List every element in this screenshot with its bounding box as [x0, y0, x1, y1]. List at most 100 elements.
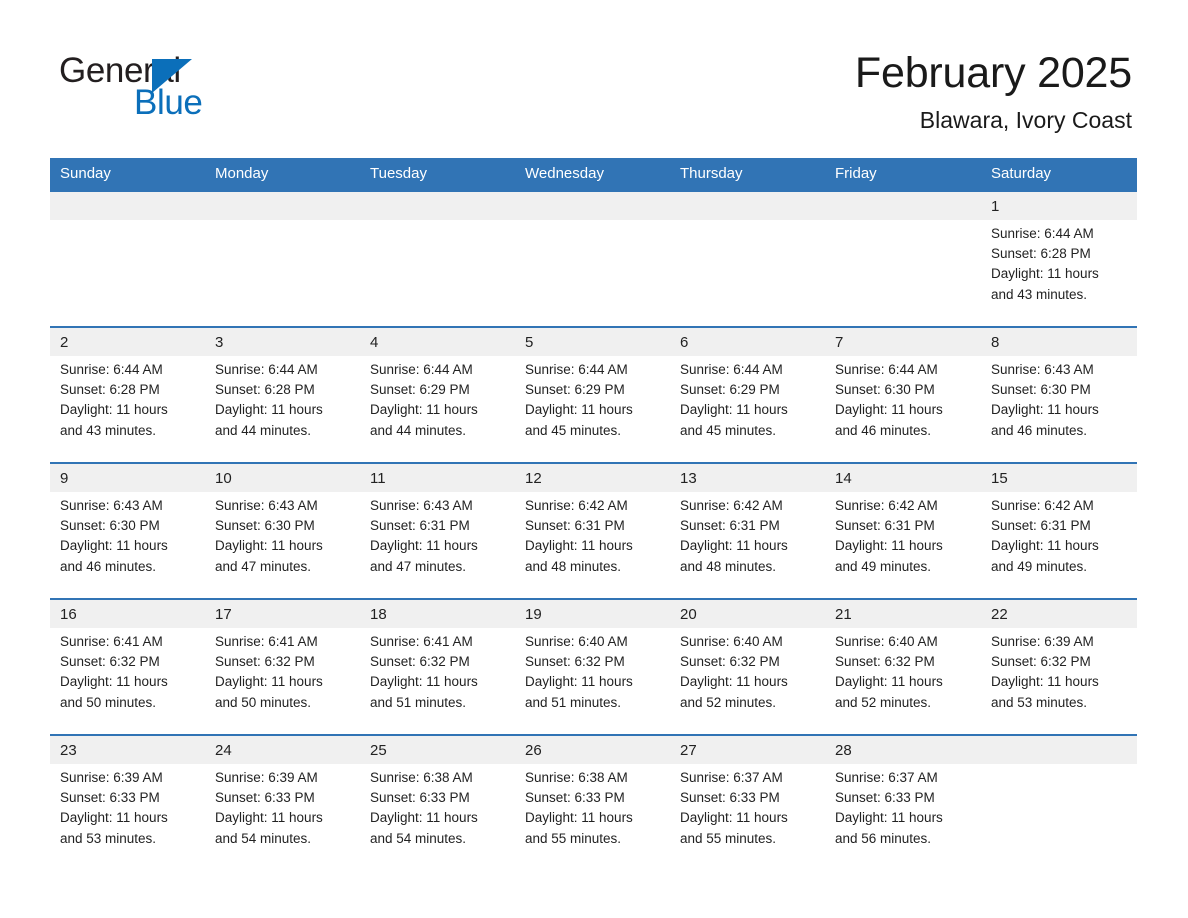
day-number-cell[interactable] — [825, 192, 981, 220]
day-number-cell[interactable]: 12 — [515, 464, 670, 492]
day-number-cell[interactable]: 26 — [515, 736, 670, 764]
day-number-cell[interactable]: 6 — [670, 328, 825, 356]
day-number-cell[interactable]: 1 — [981, 192, 1137, 220]
day-daylight-l1-text: Daylight: 11 hours — [215, 674, 323, 690]
day-daylight-l1-text: Daylight: 11 hours — [525, 538, 633, 554]
day-detail-cell[interactable] — [50, 220, 205, 326]
day-detail-cell[interactable]: Sunrise: 6:42 AM Sunset: 6:31 PM Daylight:… — [515, 492, 670, 598]
day-detail-cell[interactable]: Sunrise: 6:40 AM Sunset: 6:32 PM Daylight:… — [670, 628, 825, 734]
day-number-cell[interactable] — [670, 192, 825, 220]
day-number-cell[interactable]: 11 — [360, 464, 515, 492]
day-number-cell[interactable] — [50, 192, 205, 220]
day-detail-cell[interactable]: Sunrise: 6:39 AM Sunset: 6:33 PM Daylight:… — [50, 764, 205, 866]
day-sunset-text: Sunset: 6:33 PM — [60, 790, 160, 806]
day-number-cell[interactable]: 4 — [360, 328, 515, 356]
day-detail-cell[interactable]: Sunrise: 6:41 AM Sunset: 6:32 PM Daylight:… — [50, 628, 205, 734]
day-number-cell[interactable]: 2 — [50, 328, 205, 356]
day-number-cell[interactable]: 20 — [670, 600, 825, 628]
day-number-cell[interactable]: 17 — [205, 600, 360, 628]
day-daylight-l1-text: Daylight: 11 hours — [991, 538, 1099, 554]
day-detail-cell[interactable]: Sunrise: 6:44 AM Sunset: 6:29 PM Daylight:… — [515, 356, 670, 462]
day-detail-cell[interactable] — [670, 220, 825, 326]
day-number-cell[interactable]: 19 — [515, 600, 670, 628]
day-daylight-l2-text: and 52 minutes. — [680, 694, 777, 710]
day-detail-cell[interactable]: Sunrise: 6:41 AM Sunset: 6:32 PM Daylight:… — [205, 628, 360, 734]
day-detail-cell[interactable] — [981, 764, 1137, 866]
day-detail-cell[interactable]: Sunrise: 6:39 AM Sunset: 6:32 PM Daylight:… — [981, 628, 1137, 734]
day-sunrise-text: Sunrise: 6:40 AM — [525, 634, 628, 649]
day-detail-cell[interactable]: Sunrise: 6:43 AM Sunset: 6:31 PM Daylight:… — [360, 492, 515, 598]
day-daylight-l2-text: and 50 minutes. — [215, 694, 312, 710]
day-detail-cell[interactable]: Sunrise: 6:37 AM Sunset: 6:33 PM Daylight:… — [670, 764, 825, 866]
day-number-cell[interactable]: 15 — [981, 464, 1137, 492]
day-detail-cell[interactable]: Sunrise: 6:37 AM Sunset: 6:33 PM Daylight:… — [825, 764, 981, 866]
day-detail-cell[interactable] — [825, 220, 981, 326]
day-number-cell[interactable] — [515, 192, 670, 220]
day-detail-cell[interactable]: Sunrise: 6:41 AM Sunset: 6:32 PM Daylight:… — [360, 628, 515, 734]
day-daylight-l1-text: Daylight: 11 hours — [370, 674, 478, 690]
day-number-cell[interactable]: 21 — [825, 600, 981, 628]
day-daylight-l2-text: and 55 minutes. — [525, 830, 622, 846]
weekday-header-tuesday: Tuesday — [360, 158, 515, 190]
day-number-cell[interactable]: 22 — [981, 600, 1137, 628]
day-detail-cell[interactable]: Sunrise: 6:43 AM Sunset: 6:30 PM Daylight:… — [205, 492, 360, 598]
day-number-cell[interactable] — [205, 192, 360, 220]
day-detail-cell[interactable]: Sunrise: 6:43 AM Sunset: 6:30 PM Daylight:… — [50, 492, 205, 598]
day-detail-cell[interactable]: Sunrise: 6:38 AM Sunset: 6:33 PM Daylight:… — [360, 764, 515, 866]
day-sunset-text: Sunset: 6:33 PM — [525, 790, 625, 806]
day-number-cell[interactable]: 18 — [360, 600, 515, 628]
weekday-header-sunday: Sunday — [50, 158, 205, 190]
day-detail-row: Sunrise: 6:41 AM Sunset: 6:32 PM Daylight:… — [50, 628, 1137, 734]
day-detail-cell[interactable]: Sunrise: 6:44 AM Sunset: 6:28 PM Daylight:… — [50, 356, 205, 462]
day-sunrise-text: Sunrise: 6:41 AM — [215, 634, 318, 649]
day-detail-cell[interactable]: Sunrise: 6:42 AM Sunset: 6:31 PM Daylight:… — [825, 492, 981, 598]
day-detail-cell[interactable]: Sunrise: 6:40 AM Sunset: 6:32 PM Daylight:… — [825, 628, 981, 734]
day-detail-row: Sunrise: 6:39 AM Sunset: 6:33 PM Daylight:… — [50, 764, 1137, 866]
day-number-row: 2345678 — [50, 328, 1137, 356]
day-detail-cell[interactable] — [205, 220, 360, 326]
day-detail-row: Sunrise: 6:44 AM Sunset: 6:28 PM Daylight:… — [50, 356, 1137, 462]
day-daylight-l2-text: and 47 minutes. — [215, 558, 312, 574]
day-number-cell[interactable]: 24 — [205, 736, 360, 764]
day-number-cell[interactable]: 3 — [205, 328, 360, 356]
day-detail-cell[interactable]: Sunrise: 6:40 AM Sunset: 6:32 PM Daylight:… — [515, 628, 670, 734]
day-number-cell[interactable]: 13 — [670, 464, 825, 492]
day-detail-cell[interactable]: Sunrise: 6:42 AM Sunset: 6:31 PM Daylight:… — [670, 492, 825, 598]
day-detail-cell[interactable]: Sunrise: 6:44 AM Sunset: 6:28 PM Daylight:… — [981, 220, 1137, 326]
day-detail-cell[interactable]: Sunrise: 6:39 AM Sunset: 6:33 PM Daylight:… — [205, 764, 360, 866]
day-number-cell[interactable]: 14 — [825, 464, 981, 492]
day-number-cell[interactable] — [981, 736, 1137, 764]
day-detail-cell[interactable]: Sunrise: 6:44 AM Sunset: 6:28 PM Daylight:… — [205, 356, 360, 462]
day-detail-cell[interactable]: Sunrise: 6:38 AM Sunset: 6:33 PM Daylight:… — [515, 764, 670, 866]
day-number-cell[interactable]: 23 — [50, 736, 205, 764]
day-detail-cell[interactable]: Sunrise: 6:44 AM Sunset: 6:30 PM Daylight:… — [825, 356, 981, 462]
day-daylight-l1-text: Daylight: 11 hours — [60, 402, 168, 418]
day-detail-cell[interactable]: Sunrise: 6:43 AM Sunset: 6:30 PM Daylight:… — [981, 356, 1137, 462]
day-sunset-text: Sunset: 6:33 PM — [835, 790, 935, 806]
day-number-row: 16 17 18 19 20 21 22 — [50, 600, 1137, 628]
day-number-cell[interactable]: 28 — [825, 736, 981, 764]
day-daylight-l2-text: and 46 minutes. — [835, 422, 932, 438]
day-number-cell[interactable] — [360, 192, 515, 220]
day-detail-cell[interactable]: Sunrise: 6:44 AM Sunset: 6:29 PM Daylight:… — [360, 356, 515, 462]
day-number-cell[interactable]: 16 — [50, 600, 205, 628]
day-number-cell[interactable]: 8 — [981, 328, 1137, 356]
day-detail-cell[interactable]: Sunrise: 6:42 AM Sunset: 6:31 PM Daylight:… — [981, 492, 1137, 598]
day-detail-row: Sunrise: 6:44 AM Sunset: 6:28 PM Daylight:… — [50, 220, 1137, 326]
day-number-cell[interactable]: 5 — [515, 328, 670, 356]
weekday-header-row: Sunday Monday Tuesday Wednesday Thursday… — [50, 158, 1137, 190]
day-number-cell[interactable]: 9 — [50, 464, 205, 492]
day-sunset-text: Sunset: 6:33 PM — [680, 790, 780, 806]
brand-logo[interactable]: General Blue — [59, 52, 319, 124]
day-detail-cell[interactable] — [515, 220, 670, 326]
location-subtitle: Blawara, Ivory Coast — [919, 107, 1132, 133]
day-number-cell[interactable]: 10 — [205, 464, 360, 492]
day-sunrise-text: Sunrise: 6:43 AM — [991, 362, 1094, 377]
day-detail-cell[interactable]: Sunrise: 6:44 AM Sunset: 6:29 PM Daylight:… — [670, 356, 825, 462]
day-number-cell[interactable]: 7 — [825, 328, 981, 356]
day-sunset-text: Sunset: 6:30 PM — [215, 518, 315, 534]
day-number-cell[interactable]: 27 — [670, 736, 825, 764]
day-number-cell[interactable]: 25 — [360, 736, 515, 764]
day-detail-cell[interactable] — [360, 220, 515, 326]
brand-name-blue: Blue — [134, 83, 203, 122]
